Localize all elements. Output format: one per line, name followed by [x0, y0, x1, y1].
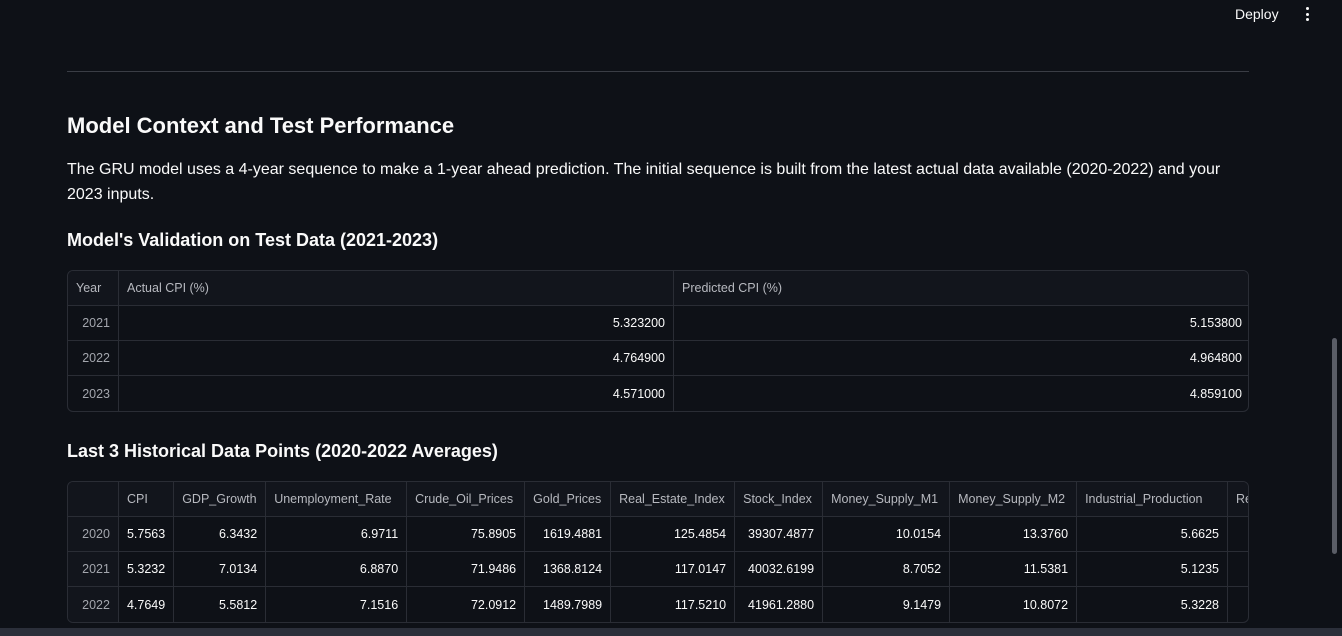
table-cell[interactable]: 5.1235 [1077, 552, 1229, 587]
table-cell[interactable] [1228, 587, 1248, 622]
column-header[interactable]: Actual CPI (%) [119, 271, 674, 306]
row-index: 2021 [68, 306, 119, 341]
row-index: 2020 [68, 517, 119, 552]
column-header[interactable]: Predicted CPI (%) [674, 271, 1248, 306]
table-cell[interactable]: 4.859100 [674, 376, 1248, 411]
column-header[interactable]: Stock_Index [735, 482, 824, 517]
table-cell[interactable]: 6.9711 [266, 517, 408, 552]
table-cell[interactable]: 5.3232 [118, 552, 175, 587]
table-cell[interactable]: 5.153800 [674, 306, 1248, 341]
row-index: 2022 [68, 341, 119, 376]
table-cell[interactable]: 8.7052 [823, 552, 951, 587]
table-cell[interactable]: 4.571000 [119, 376, 674, 411]
section-description: The GRU model uses a 4-year sequence to … [67, 161, 1221, 203]
table-row: 2020 5.7563 6.3432 6.9711 75.8905 1619.4… [68, 517, 1248, 552]
column-header[interactable]: Gold_Prices [525, 482, 612, 517]
table-header-row: Year Actual CPI (%) Predicted CPI (%) [68, 271, 1248, 306]
table-cell[interactable]: 6.8870 [266, 552, 408, 587]
table-row: 2021 5.3232 7.0134 6.8870 71.9486 1368.8… [68, 552, 1248, 587]
table-cell[interactable]: 13.3760 [950, 517, 1078, 552]
table-cell[interactable]: 71.9486 [407, 552, 526, 587]
table-cell[interactable]: 40032.6199 [735, 552, 824, 587]
more-menu-icon[interactable] [1302, 6, 1312, 22]
table-cell[interactable]: 9.1479 [823, 587, 951, 622]
deploy-button[interactable]: Deploy [1235, 6, 1279, 22]
table-cell[interactable] [1228, 517, 1248, 552]
column-header [68, 482, 119, 517]
table-cell[interactable]: 5.7563 [118, 517, 175, 552]
table-cell[interactable]: 125.4854 [611, 517, 736, 552]
table-cell[interactable]: 10.8072 [950, 587, 1078, 622]
table-row: 2022 4.7649 5.5812 7.1516 72.0912 1489.7… [68, 587, 1248, 622]
validation-table[interactable]: Year Actual CPI (%) Predicted CPI (%) 20… [67, 270, 1249, 412]
table-cell[interactable]: 7.0134 [174, 552, 267, 587]
table-cell[interactable]: 5.323200 [119, 306, 674, 341]
table-cell[interactable]: 1619.4881 [525, 517, 612, 552]
table-cell[interactable]: 117.5210 [611, 587, 736, 622]
taskbar-strip [0, 628, 1342, 636]
table-cell[interactable]: 75.8905 [407, 517, 526, 552]
table-cell[interactable]: 4.7649 [119, 587, 175, 622]
table-row: 2023 4.571000 4.859100 [68, 376, 1248, 411]
table-cell[interactable] [1228, 552, 1248, 587]
table-cell[interactable]: 4.764900 [119, 341, 674, 376]
table-cell[interactable]: 6.3432 [174, 517, 267, 552]
column-header[interactable]: GDP_Growth [174, 482, 267, 517]
table-row: 2021 5.323200 5.153800 [68, 306, 1248, 341]
table-cell[interactable]: 41961.2880 [735, 587, 824, 622]
table-row: 2022 4.764900 4.964800 [68, 341, 1248, 376]
table-cell[interactable]: 117.0147 [611, 552, 736, 587]
table-cell[interactable]: 7.1516 [266, 587, 408, 622]
historical-table[interactable]: CPI GDP_Growth Unemployment_Rate Crude_O… [67, 481, 1249, 623]
row-index: 2023 [68, 376, 119, 411]
column-header[interactable]: Money_Supply_M1 [823, 482, 951, 517]
table-cell[interactable]: 11.5381 [950, 552, 1078, 587]
table-cell[interactable]: 1368.8124 [525, 552, 612, 587]
top-toolbar: Deploy [0, 0, 1342, 30]
column-header[interactable]: CPI [118, 482, 175, 517]
column-header[interactable]: Year [68, 271, 119, 306]
section-title: Model Context and Test Performance [67, 113, 455, 138]
column-header[interactable]: Crude_Oil_Prices [407, 482, 526, 517]
table-cell[interactable]: 4.964800 [674, 341, 1248, 376]
table-header-row: CPI GDP_Growth Unemployment_Rate Crude_O… [68, 482, 1248, 517]
table-cell[interactable]: 10.0154 [823, 517, 951, 552]
row-index: 2021 [68, 552, 119, 587]
table-cell[interactable]: 39307.4877 [735, 517, 824, 552]
column-header[interactable]: Ret [1228, 482, 1248, 517]
row-index: 2022 [68, 587, 119, 622]
column-header[interactable]: Real_Estate_Index [611, 482, 736, 517]
table-cell[interactable]: 1489.7989 [525, 587, 612, 622]
column-header[interactable]: Money_Supply_M2 [950, 482, 1078, 517]
table-cell[interactable]: 5.6625 [1077, 517, 1229, 552]
page-scrollbar[interactable] [1332, 338, 1337, 554]
divider [67, 71, 1249, 72]
table-cell[interactable]: 5.5812 [174, 587, 267, 622]
table-cell[interactable]: 72.0912 [407, 587, 526, 622]
historical-title: Last 3 Historical Data Points (2020-2022… [67, 441, 498, 461]
table-cell[interactable]: 5.3228 [1077, 587, 1229, 622]
column-header[interactable]: Unemployment_Rate [266, 482, 408, 517]
validation-title: Model's Validation on Test Data (2021-20… [67, 230, 439, 250]
column-header[interactable]: Industrial_Production [1077, 482, 1229, 517]
